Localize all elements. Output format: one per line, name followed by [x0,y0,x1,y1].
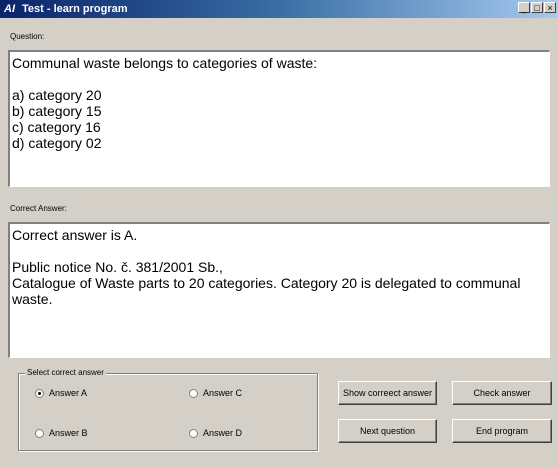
end-program-button[interactable]: End program [452,419,552,443]
title-bar[interactable]: AI Test - learn program _ □ × [0,0,558,18]
group-legend: Select correct answer [25,368,106,377]
minimize-button[interactable]: _ [518,2,530,13]
radio-unchecked-icon [189,388,198,398]
check-answer-button[interactable]: Check answer [452,381,552,405]
show-answer-button[interactable]: Show correect answer [338,381,437,405]
radio-checked-icon [35,388,44,398]
window-title: Test - learn program [22,3,128,15]
radio-answer-c[interactable]: Answer C [189,388,242,398]
question-textbox[interactable]: Communal waste belongs to categories of … [8,50,550,187]
maximize-button[interactable]: □ [531,2,543,13]
radio-label-b: Answer B [49,428,88,438]
answer-textbox[interactable]: Correct answer is A. Public notice No. č… [8,222,550,358]
app-icon: AI [4,3,15,15]
radio-unchecked-icon [35,428,44,438]
radio-answer-d[interactable]: Answer D [189,428,242,438]
next-question-button[interactable]: Next question [338,419,437,443]
answer-label: Correct Answer: [10,204,67,213]
radio-label-a: Answer A [49,388,88,398]
question-label: Question: [10,32,45,41]
radio-label-c: Answer C [203,388,243,398]
answer-selection-group: Select correct answer Answer A Answer B … [18,368,318,451]
radio-unchecked-icon [189,428,198,438]
radio-label-d: Answer D [203,428,243,438]
close-button[interactable]: × [544,2,556,13]
radio-answer-a[interactable]: Answer A [35,388,87,398]
radio-answer-b[interactable]: Answer B [35,428,88,438]
